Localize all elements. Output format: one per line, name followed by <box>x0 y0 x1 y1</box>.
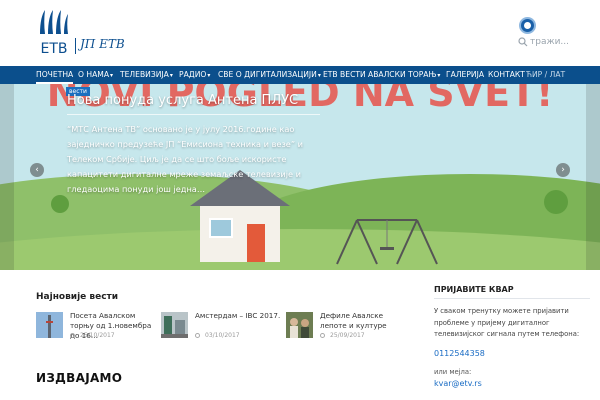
report-or-label: или мејла: <box>434 368 472 376</box>
nav-item-gallery[interactable]: ГАЛЕРИЈА <box>446 66 484 84</box>
exhibition-thumb-icon <box>161 312 188 338</box>
chevron-down-icon: ▾ <box>437 72 441 79</box>
news-title[interactable]: Дефиле Авалске лепоте и културе <box>320 311 406 331</box>
language-switcher[interactable]: ЋИР / ЛАТ <box>526 66 565 84</box>
nav-item-digitalization[interactable]: СВЕ О ДИГИТАЛИЗАЦИЈИ▾ <box>218 66 321 84</box>
chevron-down-icon: ▾ <box>317 72 321 79</box>
nav-item-home[interactable]: ПОЧЕТНА <box>36 66 74 84</box>
chevron-down-icon: ▾ <box>207 72 211 79</box>
site-logo[interactable]: ЕТВ ЈП ЕТВ <box>36 8 125 56</box>
hero-title[interactable]: Нова понуда услуга Антена ПЛУС <box>67 93 298 108</box>
org-name: ЈП ЕТВ <box>80 37 125 51</box>
page: ЕТВ ЈП ЕТВ ПОЧЕТНА О НАМА▾ ТЕЛЕВИЗИЈА▾ Р… <box>0 0 600 400</box>
news-item[interactable]: Амстердам – IBC 2017. 03/10/2017 <box>161 311 280 343</box>
nav-item-radio[interactable]: РАДИО▾ <box>179 66 210 84</box>
news-title[interactable]: Амстердам – IBC 2017. <box>195 311 281 321</box>
event-thumb-icon <box>286 312 313 338</box>
news-date: 25/09/2017 <box>320 332 365 339</box>
clock-icon <box>70 333 75 338</box>
news-date: 03/10/2017 <box>195 332 240 339</box>
featured-heading: ИЗДВАЈАМО <box>36 371 123 385</box>
tower-thumb-icon <box>36 312 63 338</box>
clock-icon <box>320 333 325 338</box>
news-date: 25/10/2017 <box>70 332 115 339</box>
latest-news-heading: Најновије вести <box>36 292 119 302</box>
report-fault-heading: ПРИЈАВИТЕ КВАР <box>434 285 514 294</box>
nav-item-avala-tower[interactable]: АВАЛСКИ ТОРАЊ▾ <box>368 66 440 84</box>
slider-prev-button[interactable]: ‹ <box>30 163 44 177</box>
slider-next-button[interactable]: › <box>556 163 570 177</box>
sidebar-divider <box>434 298 590 299</box>
etv-logo-icon: ЕТВ <box>40 10 68 56</box>
nav-item-etv-news[interactable]: ЕТВ ВЕСТИ <box>323 66 366 84</box>
nav-item-television[interactable]: ТЕЛЕВИЗИЈА▾ <box>120 66 173 84</box>
svg-text:ЕТВ: ЕТВ <box>40 41 67 56</box>
clock-icon <box>195 333 200 338</box>
chevron-down-icon: ▾ <box>169 72 173 79</box>
hero-slider: NOVI POGLED NA SVET! вести Нова понуда у… <box>0 84 600 270</box>
report-phone-link[interactable]: 0112544358 <box>434 349 485 358</box>
chevron-left-icon: ‹ <box>35 165 39 175</box>
logo-separator <box>75 38 76 54</box>
search-input[interactable] <box>518 35 590 49</box>
report-email-link[interactable]: kvar@etv.rs <box>434 379 482 388</box>
news-item[interactable]: Дефиле Авалске лепоте и културе 25/09/20… <box>286 311 402 343</box>
award-badge-icon <box>519 17 536 34</box>
nav-item-about[interactable]: О НАМА▾ <box>78 66 113 84</box>
hero-description: “МТС Антена ТВ” основано је у јулу 2016.… <box>67 124 303 194</box>
site-header: ЕТВ ЈП ЕТВ <box>0 0 600 66</box>
chevron-down-icon: ▾ <box>110 72 114 79</box>
report-fault-description: У сваком тренутку можете пријавити пробл… <box>434 307 580 338</box>
main-nav: ПОЧЕТНА О НАМА▾ ТЕЛЕВИЗИЈА▾ РАДИО▾ СВЕ О… <box>0 66 600 84</box>
news-item[interactable]: Посета Авалском торњу од 1.новембра до 1… <box>36 311 152 343</box>
hero-divider <box>67 114 320 115</box>
chevron-right-icon: › <box>561 165 565 175</box>
nav-item-contact[interactable]: КОНТАКТ <box>488 66 525 84</box>
